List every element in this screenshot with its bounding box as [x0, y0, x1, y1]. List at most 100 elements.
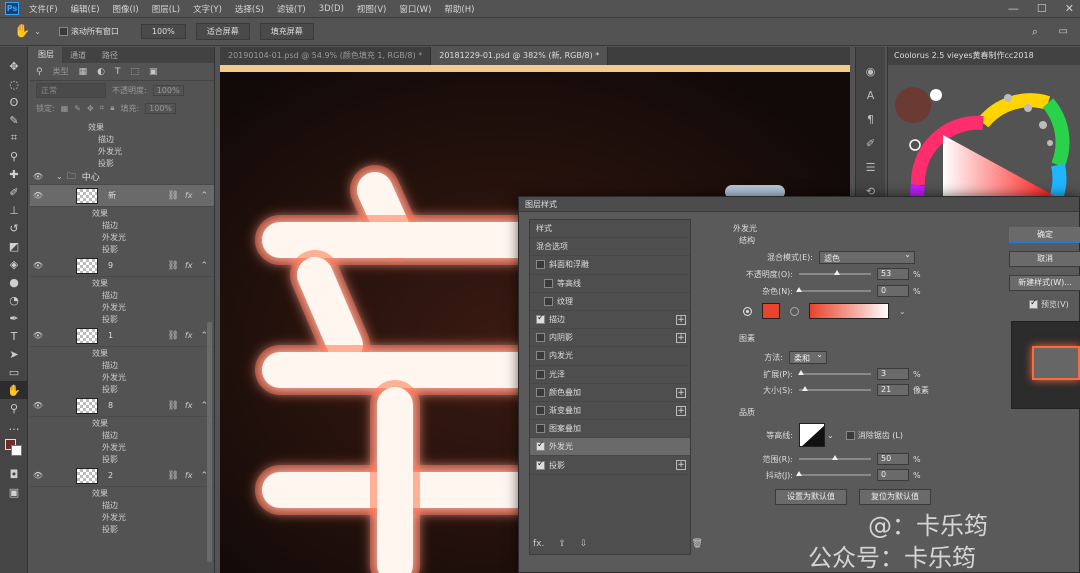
menu-edit[interactable]: 编辑(E): [71, 3, 100, 15]
quick-mask-icon[interactable]: ◘: [0, 465, 28, 483]
ok-button[interactable]: 确定: [1009, 227, 1080, 243]
style-checkbox[interactable]: [536, 333, 545, 343]
style-checkbox[interactable]: [536, 369, 545, 379]
hand-tool-icon[interactable]: ✋: [0, 381, 28, 399]
gradient-swatch[interactable]: [809, 303, 889, 319]
effect-item[interactable]: 外发光: [92, 511, 214, 523]
style-item[interactable]: 纹理: [530, 293, 690, 311]
noise-slider[interactable]: [796, 287, 871, 292]
move-tool-icon[interactable]: ✥: [0, 57, 28, 75]
menu-file[interactable]: 文件(F): [29, 3, 58, 15]
more-tools-icon[interactable]: …: [0, 417, 28, 435]
layer-row[interactable]: 👁︎ 新 ⛓︎ fx ⌃: [30, 185, 214, 207]
color-wheel[interactable]: [888, 65, 1080, 197]
effect-item[interactable]: 描边: [92, 289, 214, 301]
layer-row[interactable]: 👁︎ 9 ⛓︎ fx ⌃: [30, 255, 214, 277]
solid-color-radio[interactable]: [743, 306, 752, 316]
lock-position-icon[interactable]: ✥: [87, 104, 94, 113]
search-icon[interactable]: ⌕: [1032, 25, 1038, 39]
move-down-icon[interactable]: ⇩: [580, 539, 588, 549]
fx-icon[interactable]: fx: [185, 471, 193, 480]
doc-tab-1[interactable]: 20190104-01.psd @ 54.9% (颜色填充 1, RGB/8) …: [220, 47, 432, 65]
menu-help[interactable]: 帮助(H): [444, 3, 474, 15]
style-item[interactable]: 描边 +: [530, 311, 690, 330]
filter-type-label[interactable]: 类型: [53, 66, 69, 77]
marquee-tool-icon[interactable]: ◌: [0, 75, 28, 93]
add-style-icon[interactable]: +: [676, 333, 686, 344]
brush-tool-icon[interactable]: ✐: [0, 183, 28, 201]
blend-mode-select[interactable]: 滤色: [819, 250, 915, 264]
effect-item[interactable]: 投影: [92, 523, 214, 535]
technique-select[interactable]: 柔和: [789, 350, 827, 364]
lock-brush-icon[interactable]: ✎: [74, 104, 81, 113]
effect-item[interactable]: 效果: [92, 347, 214, 359]
blur-tool-icon[interactable]: ●: [0, 273, 28, 291]
character-panel-icon[interactable]: A: [856, 83, 885, 107]
color-swatches[interactable]: [0, 435, 27, 465]
preview-option[interactable]: 预览(V): [1029, 298, 1069, 310]
eyedropper-tool-icon[interactable]: ⚲: [0, 147, 28, 165]
move-up-icon[interactable]: ⇧: [558, 539, 566, 549]
add-style-icon[interactable]: +: [676, 387, 686, 398]
fx-icon[interactable]: fx: [185, 401, 193, 410]
spread-input[interactable]: 3: [877, 368, 909, 380]
style-checkbox[interactable]: [536, 405, 545, 415]
maximize-icon[interactable]: ☐: [1037, 2, 1047, 15]
style-checkbox[interactable]: [536, 387, 545, 397]
lock-artboard-icon[interactable]: ⌗: [100, 103, 105, 113]
size-input[interactable]: 21: [877, 384, 909, 396]
style-checkbox[interactable]: [536, 313, 545, 325]
bucket-tool-icon[interactable]: ◈: [0, 255, 28, 273]
style-checkbox[interactable]: [544, 278, 553, 288]
type-tool-icon[interactable]: T: [0, 327, 28, 345]
expand-effects-icon[interactable]: ⌃: [200, 191, 208, 201]
paragraph-panel-icon[interactable]: ¶: [856, 107, 885, 131]
style-item[interactable]: 颜色叠加 +: [530, 384, 690, 402]
style-item[interactable]: 等高线: [530, 275, 690, 293]
style-item[interactable]: 投影 +: [530, 456, 690, 475]
fill-screen-button[interactable]: 填充屏幕: [259, 23, 314, 40]
lock-all-icon[interactable]: 🔒︎: [110, 103, 114, 113]
style-checkbox[interactable]: [544, 296, 553, 306]
tab-paths[interactable]: 路径: [94, 50, 126, 61]
fx-menu-button[interactable]: fx.: [533, 539, 544, 549]
menu-type[interactable]: 文字(Y): [193, 3, 222, 15]
layer-row[interactable]: 👁︎ 8 ⛓︎ fx ⌃: [30, 395, 214, 417]
effect-item[interactable]: 外发光: [92, 441, 214, 453]
effect-item[interactable]: 描边: [92, 499, 214, 511]
expand-effects-icon[interactable]: ⌃: [200, 261, 208, 271]
layer-thumbnail[interactable]: [76, 327, 98, 344]
effect-item[interactable]: 外发光: [92, 371, 214, 383]
group-row[interactable]: 👁︎ ⌄ 🗀 中心: [30, 169, 214, 185]
menu-view[interactable]: 视图(V): [357, 3, 386, 15]
jitter-input[interactable]: 0: [877, 469, 909, 481]
close-icon[interactable]: ✕: [1065, 2, 1074, 15]
delete-icon[interactable]: 🗑︎: [691, 539, 702, 549]
tab-layers[interactable]: 图层: [30, 47, 62, 63]
effect-item[interactable]: 描边: [92, 219, 214, 231]
eye-icon[interactable]: 👁︎: [30, 331, 46, 340]
style-checkbox[interactable]: [536, 459, 545, 470]
range-input[interactable]: 50: [877, 453, 909, 465]
menu-layer[interactable]: 图层(L): [152, 3, 180, 15]
antialias-checkbox[interactable]: [845, 430, 855, 440]
layer-row[interactable]: 👁︎ 2 ⛓︎ fx ⌃: [30, 465, 214, 487]
path-select-tool-icon[interactable]: ➤: [0, 345, 28, 363]
menu-image[interactable]: 图像(I): [113, 3, 139, 15]
style-checkbox[interactable]: [536, 260, 545, 270]
set-default-button[interactable]: 设置为默认值: [775, 489, 847, 505]
workspace-icon[interactable]: ▭: [1059, 26, 1068, 37]
healing-tool-icon[interactable]: ✚: [0, 165, 28, 183]
size-slider[interactable]: [799, 386, 871, 391]
effect-item[interactable]: 效果: [92, 487, 214, 499]
add-style-icon[interactable]: +: [676, 460, 686, 471]
layer-row[interactable]: 👁︎ 1 ⛓︎ fx ⌃: [30, 325, 214, 347]
fill-value[interactable]: 100%: [145, 102, 177, 114]
noise-input[interactable]: 0: [877, 285, 909, 297]
minimize-icon[interactable]: —: [1008, 2, 1019, 15]
fit-screen-button[interactable]: 适合屏幕: [195, 23, 250, 40]
effect-item[interactable]: 投影: [92, 453, 214, 465]
crop-tool-icon[interactable]: ⌗: [0, 129, 28, 147]
filter-pixel-icon[interactable]: ▦: [79, 67, 88, 77]
lasso-tool-icon[interactable]: ʘ: [0, 93, 28, 111]
